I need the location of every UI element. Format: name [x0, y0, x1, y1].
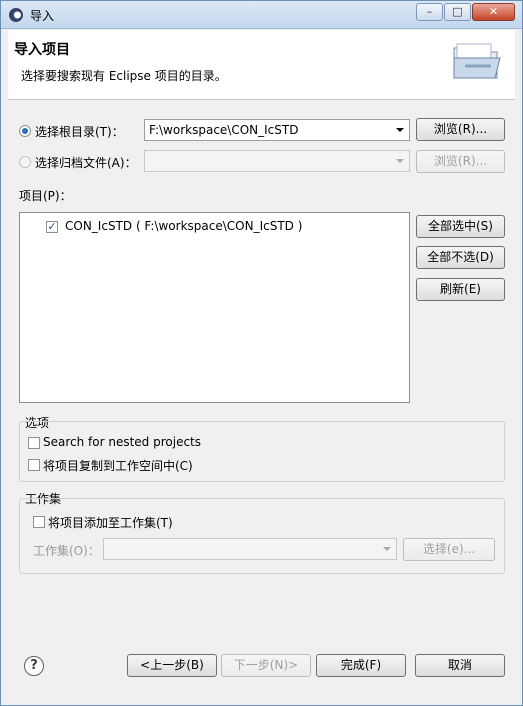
projects-list[interactable]: ✓ CON_IcSTD ( F:\workspace\CON_IcSTD )	[19, 212, 410, 403]
cancel-button[interactable]: 取消	[415, 654, 505, 677]
deselect-all-button[interactable]: 全部不选(D)	[416, 246, 505, 269]
select-all-button[interactable]: 全部选中(S)	[416, 215, 505, 238]
wizard-header: 导入项目 选择要搜索现有 Eclipse 项目的目录。	[8, 30, 515, 100]
archive-radio[interactable]	[19, 156, 31, 168]
archive-browse-button[interactable]: 浏览(R)...	[416, 150, 505, 173]
chevron-down-icon[interactable]	[383, 547, 391, 551]
browse-button[interactable]: 浏览(R)...	[416, 118, 505, 141]
working-sets-combo[interactable]	[103, 538, 397, 560]
window-title: 导入	[30, 9, 55, 23]
chevron-down-icon[interactable]	[396, 128, 404, 132]
select-working-set-button[interactable]: 选择(e)...	[403, 538, 495, 561]
page-description: 选择要搜索现有 Eclipse 项目的目录。	[21, 69, 227, 83]
working-sets-label: 工作集(O)：	[33, 544, 100, 558]
folder-icon	[453, 43, 501, 79]
root-dir-radio[interactable]	[19, 125, 31, 137]
minimize-button[interactable]: –	[416, 3, 443, 21]
help-icon[interactable]: ?	[24, 656, 44, 676]
chevron-down-icon[interactable]	[396, 159, 404, 163]
eclipse-icon	[9, 8, 23, 22]
add-to-working-set-label: 将项目添加至工作集(T)	[48, 516, 173, 530]
copy-projects-label: 将项目复制到工作空间中(C)	[43, 459, 193, 473]
project-checkbox[interactable]: ✓	[46, 221, 58, 233]
add-to-working-set-checkbox[interactable]	[33, 516, 45, 528]
page-title: 导入项目	[14, 42, 70, 58]
archive-label: 选择归档文件(A)：	[35, 156, 137, 170]
archive-combo[interactable]	[144, 150, 410, 172]
working-sets-group	[19, 498, 505, 574]
projects-label: 项目(P)：	[19, 189, 72, 203]
copy-projects-checkbox[interactable]	[28, 459, 40, 471]
nested-projects-checkbox[interactable]	[28, 437, 40, 449]
list-item[interactable]: ✓ CON_IcSTD ( F:\workspace\CON_IcSTD )	[46, 219, 346, 235]
next-button[interactable]: 下一步(N)>	[221, 654, 311, 677]
close-button[interactable]: ✕	[472, 3, 515, 21]
maximize-button[interactable]: □	[444, 3, 471, 21]
root-dir-combo[interactable]: F:\workspace\CON_IcSTD	[144, 119, 410, 141]
root-dir-value: F:\workspace\CON_IcSTD	[149, 123, 299, 137]
root-dir-label: 选择根目录(T)：	[35, 125, 124, 139]
finish-button[interactable]: 完成(F)	[316, 654, 406, 677]
nested-projects-label: Search for nested projects	[43, 435, 202, 449]
back-button[interactable]: <上一步(B)	[127, 654, 217, 677]
refresh-button[interactable]: 刷新(E)	[416, 278, 505, 301]
import-dialog: 导入 – □ ✕ 导入项目 选择要搜索现有 Eclipse 项目的目录。 选择根…	[0, 0, 523, 706]
project-name: CON_IcSTD ( F:\workspace\CON_IcSTD )	[65, 219, 303, 233]
title-bar[interactable]: 导入 – □ ✕	[1, 1, 522, 29]
